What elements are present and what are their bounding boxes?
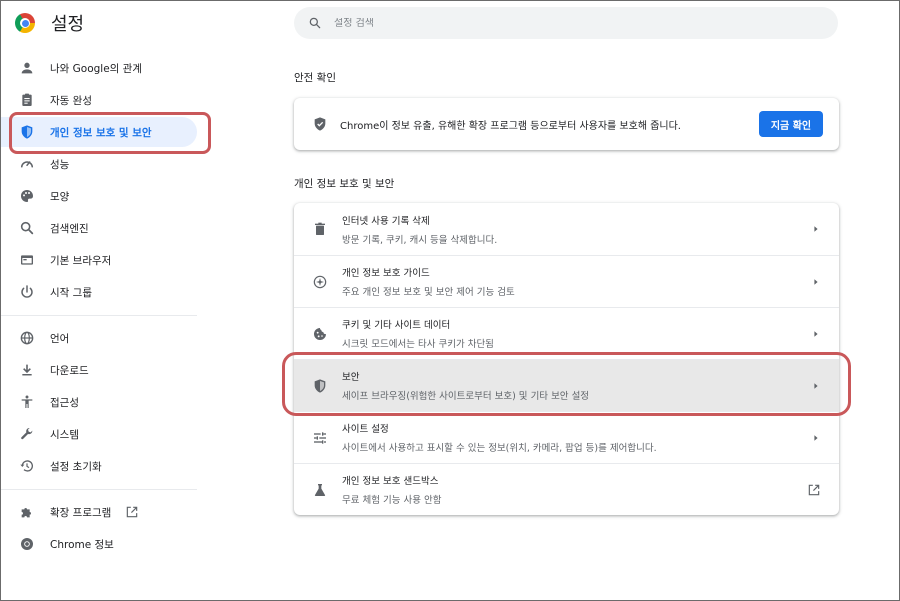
chrome-icon [19, 536, 35, 552]
wrench-icon [19, 426, 35, 442]
privacy-card: 인터넷 사용 기록 삭제 방문 기록, 쿠키, 캐시 등을 삭제합니다. 개인 … [294, 203, 839, 515]
sidebar-item-you-and-google[interactable]: 나와 Google의 관계 [1, 53, 197, 83]
speedometer-icon [19, 156, 35, 172]
sidebar-item-performance[interactable]: 성능 [1, 149, 197, 179]
palette-icon [19, 188, 35, 204]
search-icon [308, 16, 322, 30]
safety-check-card: Chrome이 정보 유출, 유해한 확장 프로그램 등으로부터 사용자를 보호… [294, 98, 839, 150]
clipboard-icon [19, 92, 35, 108]
chevron-right-icon [811, 433, 821, 443]
sidebar-item-default-browser[interactable]: 기본 브라우저 [1, 245, 197, 275]
trash-icon [312, 221, 328, 237]
sliders-icon [312, 430, 328, 446]
history-icon [19, 458, 35, 474]
safety-check-row: Chrome이 정보 유출, 유해한 확장 프로그램 등으로부터 사용자를 보호… [294, 98, 839, 150]
sidebar-item-system[interactable]: 시스템 [1, 419, 197, 449]
row-subtitle: 무료 체험 기능 사용 안함 [342, 495, 442, 506]
open-in-new-icon [125, 505, 139, 519]
security-row[interactable]: 보안 세이프 브라우징(위험한 사이트로부터 보호) 및 기타 보안 설정 [294, 359, 839, 411]
sidebar-divider [1, 489, 197, 490]
privacy-sandbox-row[interactable]: 개인 정보 보호 샌드박스 무료 체험 기능 사용 안함 [294, 463, 839, 515]
row-subtitle: 시크릿 모드에서는 타사 쿠키가 차단됨 [342, 339, 494, 350]
sidebar-item-privacy-security[interactable]: 개인 정보 보호 및 보안 [1, 117, 197, 147]
sidebar-item-label: 시스템 [50, 428, 79, 441]
sidebar-item-label: 언어 [50, 332, 70, 345]
sidebar-item-label: 확장 프로그램 [50, 506, 112, 519]
chevron-right-icon [811, 224, 821, 234]
browser-icon [19, 252, 35, 268]
site-settings-row[interactable]: 사이트 설정 사이트에서 사용하고 표시할 수 있는 정보(위치, 카메라, 팝… [294, 411, 839, 463]
globe-icon [19, 330, 35, 346]
person-icon [19, 60, 35, 76]
row-subtitle: 세이프 브라우징(위험한 사이트로부터 보호) 및 기타 보안 설정 [342, 391, 590, 402]
row-subtitle: 사이트에서 사용하고 표시할 수 있는 정보(위치, 카메라, 팝업 등)를 제… [342, 443, 657, 454]
sidebar-item-label: 개인 정보 보호 및 보안 [50, 126, 152, 139]
chrome-logo-icon [15, 13, 35, 33]
row-title: 사이트 설정 [342, 424, 389, 435]
safety-check-description: Chrome이 정보 유출, 유해한 확장 프로그램 등으로부터 사용자를 보호… [340, 120, 681, 132]
open-in-new-icon [807, 483, 821, 497]
safety-check-title: 안전 확인 [294, 72, 336, 84]
cookie-icon [312, 326, 328, 342]
shield-icon [312, 378, 328, 394]
search-icon [19, 220, 35, 236]
privacy-section-title: 개인 정보 보호 및 보안 [294, 178, 395, 190]
shield-icon [19, 124, 35, 140]
compass-icon [312, 274, 328, 290]
download-icon [19, 362, 35, 378]
page-title: 설정 [51, 14, 85, 35]
puzzle-icon [19, 504, 35, 520]
row-title: 쿠키 및 기타 사이트 데이터 [342, 320, 451, 331]
privacy-guide-row[interactable]: 개인 정보 보호 가이드 주요 개인 정보 보호 및 보안 제어 기능 검토 [294, 255, 839, 307]
sidebar-item-reset-settings[interactable]: 설정 초기화 [1, 451, 197, 481]
sidebar-divider [1, 315, 197, 316]
search-input[interactable] [334, 17, 814, 29]
chevron-right-icon [811, 277, 821, 287]
sidebar-item-label: 자동 완성 [50, 94, 92, 107]
cookies-row[interactable]: 쿠키 및 기타 사이트 데이터 시크릿 모드에서는 타사 쿠키가 차단됨 [294, 307, 839, 359]
chevron-right-icon [811, 329, 821, 339]
sidebar-item-label: 설정 초기화 [50, 460, 102, 473]
sidebar-item-extensions[interactable]: 확장 프로그램 [1, 497, 197, 527]
sidebar-item-label: 나와 Google의 관계 [50, 62, 143, 75]
chevron-right-icon [811, 381, 821, 391]
search-bar[interactable] [294, 7, 838, 39]
shield-check-icon [312, 116, 328, 132]
row-subtitle: 방문 기록, 쿠키, 캐시 등을 삭제합니다. [342, 234, 498, 246]
sidebar-item-search-engine[interactable]: 검색엔진 [1, 213, 197, 243]
sidebar-item-accessibility[interactable]: 접근성 [1, 387, 197, 417]
row-title: 보안 [342, 372, 360, 383]
row-subtitle: 주요 개인 정보 보호 및 보안 제어 기능 검토 [342, 287, 515, 298]
row-title: 개인 정보 보호 가이드 [342, 268, 430, 279]
sidebar-item-about-chrome[interactable]: Chrome 정보 [1, 529, 197, 559]
sidebar-item-autofill[interactable]: 자동 완성 [1, 85, 197, 115]
accessibility-icon [19, 394, 35, 410]
sidebar-item-languages[interactable]: 언어 [1, 323, 197, 353]
settings-window: 설정 나와 Google의 관계 자동 완성 개인 정보 보호 및 보안 [0, 0, 900, 601]
sidebar-item-label: 모양 [50, 190, 70, 203]
sidebar-item-label: 성능 [50, 158, 70, 171]
power-icon [19, 284, 35, 300]
sidebar-item-label: 검색엔진 [50, 222, 89, 235]
row-title: 개인 정보 보호 샌드박스 [342, 476, 439, 487]
sidebar-item-downloads[interactable]: 다운로드 [1, 355, 197, 385]
sidebar-item-label: 다운로드 [50, 364, 89, 377]
flask-icon [312, 482, 328, 498]
check-now-button[interactable]: 지금 확인 [759, 111, 823, 137]
sidebar-item-on-startup[interactable]: 시작 그룹 [1, 277, 197, 307]
sidebar-item-label: 기본 브라우저 [50, 254, 112, 267]
sidebar-item-appearance[interactable]: 모양 [1, 181, 197, 211]
sidebar-item-label: 접근성 [50, 396, 79, 409]
row-title: 인터넷 사용 기록 삭제 [342, 215, 430, 227]
sidebar-item-label: Chrome 정보 [50, 538, 114, 551]
clear-browsing-data-row[interactable]: 인터넷 사용 기록 삭제 방문 기록, 쿠키, 캐시 등을 삭제합니다. [294, 203, 839, 255]
sidebar-item-label: 시작 그룹 [50, 286, 92, 299]
